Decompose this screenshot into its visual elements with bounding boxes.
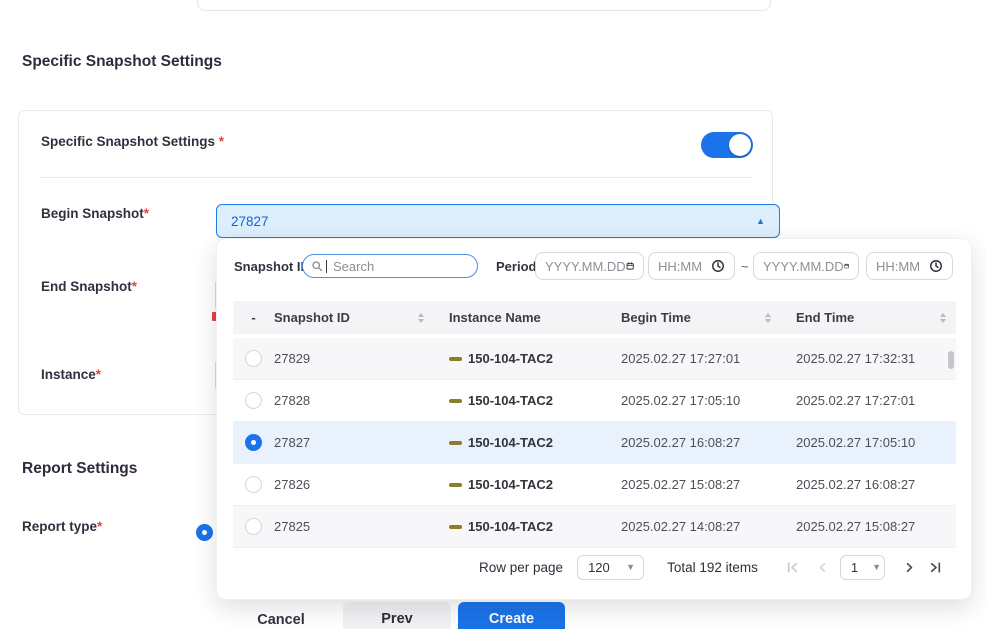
cancel-button[interactable]: Cancel bbox=[234, 603, 328, 629]
scrollbar-thumb[interactable] bbox=[948, 351, 954, 369]
period-start-time-input[interactable]: HH:MM bbox=[648, 252, 735, 280]
section-title-specific-snapshot-settings: Specific Snapshot Settings bbox=[22, 53, 222, 71]
clock-icon bbox=[711, 259, 725, 273]
instance-dash-icon bbox=[449, 357, 462, 361]
search-icon bbox=[311, 260, 323, 272]
cell-begin-time: 2025.02.27 17:05:10 bbox=[621, 393, 796, 408]
cell-snapshot-id: 27825 bbox=[274, 519, 449, 534]
table-body: 27829 150-104-TAC2 2025.02.27 17:27:01 2… bbox=[233, 338, 956, 548]
last-page-button[interactable] bbox=[929, 560, 943, 574]
instance-dash-icon bbox=[449, 441, 462, 445]
sort-icon[interactable] bbox=[418, 313, 424, 323]
table-header-row: - Snapshot ID Instance Name Begin Time E… bbox=[233, 301, 956, 334]
sort-icon[interactable] bbox=[940, 313, 946, 323]
row-radio-checked[interactable] bbox=[245, 434, 262, 451]
period-end-time-input[interactable]: HH:MM bbox=[866, 252, 953, 280]
cell-instance-name: 150-104-TAC2 bbox=[468, 393, 553, 408]
row-radio[interactable] bbox=[245, 518, 262, 535]
period-filter-label: Period bbox=[496, 259, 536, 274]
previous-page-button[interactable] bbox=[816, 560, 830, 574]
toggle-knob bbox=[729, 134, 751, 156]
cell-instance-name: 150-104-TAC2 bbox=[468, 519, 553, 534]
row-radio[interactable] bbox=[245, 350, 262, 367]
table-header-snapshot-id: Snapshot ID bbox=[274, 310, 449, 325]
period-end-date-input[interactable]: YYYY.MM.DD bbox=[753, 252, 859, 280]
total-items-label: Total 192 items bbox=[667, 560, 758, 575]
divider bbox=[39, 177, 752, 178]
toggle-field-label: Specific Snapshot Settings * bbox=[41, 134, 224, 149]
begin-snapshot-value: 27827 bbox=[231, 214, 269, 229]
instance-dash-icon bbox=[449, 399, 462, 403]
specific-snapshot-settings-toggle[interactable] bbox=[701, 132, 753, 158]
snapshot-id-search-input[interactable] bbox=[302, 254, 478, 278]
table-row[interactable]: 27828 150-104-TAC2 2025.02.27 17:05:10 2… bbox=[233, 380, 956, 422]
search-input-field[interactable] bbox=[331, 258, 469, 275]
instance-label: Instance* bbox=[41, 367, 101, 382]
table-row[interactable]: 27829 150-104-TAC2 2025.02.27 17:27:01 2… bbox=[233, 338, 956, 380]
required-asterisk: * bbox=[132, 279, 137, 294]
cell-begin-time: 2025.02.27 14:08:27 bbox=[621, 519, 796, 534]
cell-instance-name: 150-104-TAC2 bbox=[468, 435, 553, 450]
cell-end-time: 2025.02.27 17:05:10 bbox=[796, 435, 956, 450]
pagination-bar: Row per page 120 ▼ Total 192 items 1 ▼ bbox=[217, 553, 971, 581]
section-title-report-settings: Report Settings bbox=[22, 460, 137, 478]
chevron-up-icon: ▲ bbox=[756, 216, 765, 226]
calendar-icon bbox=[626, 259, 634, 273]
page-number-select[interactable]: 1 ▼ bbox=[840, 555, 885, 580]
clock-icon bbox=[929, 259, 943, 273]
cell-begin-time: 2025.02.27 16:08:27 bbox=[621, 435, 796, 450]
snapshot-id-filter-label: Snapshot ID bbox=[234, 259, 310, 274]
row-radio[interactable] bbox=[245, 392, 262, 409]
cell-snapshot-id: 27829 bbox=[274, 351, 449, 366]
snapshot-dropdown-panel: Snapshot ID Period YYYY.MM.DD HH:MM ~ YY… bbox=[216, 238, 972, 600]
table-header-select: - bbox=[233, 310, 274, 325]
required-asterisk: * bbox=[97, 519, 102, 534]
period-start-date-input[interactable]: YYYY.MM.DD bbox=[535, 252, 644, 280]
table-row[interactable]: 27826 150-104-TAC2 2025.02.27 15:08:27 2… bbox=[233, 464, 956, 506]
instance-dash-icon bbox=[449, 525, 462, 529]
begin-snapshot-select[interactable]: 27827 ▲ bbox=[216, 204, 780, 238]
required-asterisk: * bbox=[96, 367, 101, 382]
page: Specific Snapshot Settings Specific Snap… bbox=[0, 0, 986, 629]
instance-dash-icon bbox=[449, 483, 462, 487]
range-separator: ~ bbox=[741, 259, 749, 274]
page-size-select[interactable]: 120 ▼ bbox=[577, 555, 644, 580]
row-per-page-label: Row per page bbox=[479, 560, 563, 575]
cell-end-time: 2025.02.27 17:27:01 bbox=[796, 393, 956, 408]
cell-snapshot-id: 27827 bbox=[274, 435, 449, 450]
top-partial-input[interactable] bbox=[197, 0, 771, 11]
report-type-label: Report type* bbox=[22, 519, 102, 534]
table-row[interactable]: 27825 150-104-TAC2 2025.02.27 14:08:27 2… bbox=[233, 506, 956, 548]
cell-begin-time: 2025.02.27 17:27:01 bbox=[621, 351, 796, 366]
cell-end-time: 2025.02.27 17:32:31 bbox=[796, 351, 956, 366]
report-type-radio[interactable] bbox=[196, 524, 213, 541]
table-header-begin-time: Begin Time bbox=[621, 310, 796, 325]
table-row-selected[interactable]: 27827 150-104-TAC2 2025.02.27 16:08:27 2… bbox=[233, 422, 956, 464]
text-caret bbox=[326, 260, 327, 273]
next-page-button[interactable] bbox=[903, 560, 917, 574]
prev-button[interactable]: Prev bbox=[343, 602, 451, 629]
first-page-button[interactable] bbox=[786, 560, 800, 574]
cell-snapshot-id: 27826 bbox=[274, 477, 449, 492]
cell-instance-name: 150-104-TAC2 bbox=[468, 351, 553, 366]
cell-instance-name: 150-104-TAC2 bbox=[468, 477, 553, 492]
cell-snapshot-id: 27828 bbox=[274, 393, 449, 408]
begin-snapshot-label: Begin Snapshot* bbox=[41, 206, 149, 221]
required-asterisk: * bbox=[144, 206, 149, 221]
cell-end-time: 2025.02.27 16:08:27 bbox=[796, 477, 956, 492]
chevron-down-icon: ▼ bbox=[858, 562, 881, 572]
table-header-instance-name: Instance Name bbox=[449, 310, 621, 325]
row-radio[interactable] bbox=[245, 476, 262, 493]
table-header-end-time: End Time bbox=[796, 310, 956, 325]
end-snapshot-label: End Snapshot* bbox=[41, 279, 137, 294]
sort-icon[interactable] bbox=[765, 313, 771, 323]
cell-end-time: 2025.02.27 15:08:27 bbox=[796, 519, 956, 534]
cell-begin-time: 2025.02.27 15:08:27 bbox=[621, 477, 796, 492]
chevron-down-icon: ▼ bbox=[612, 562, 635, 572]
create-button[interactable]: Create bbox=[458, 602, 565, 629]
calendar-icon bbox=[844, 259, 849, 273]
required-asterisk: * bbox=[219, 134, 224, 149]
